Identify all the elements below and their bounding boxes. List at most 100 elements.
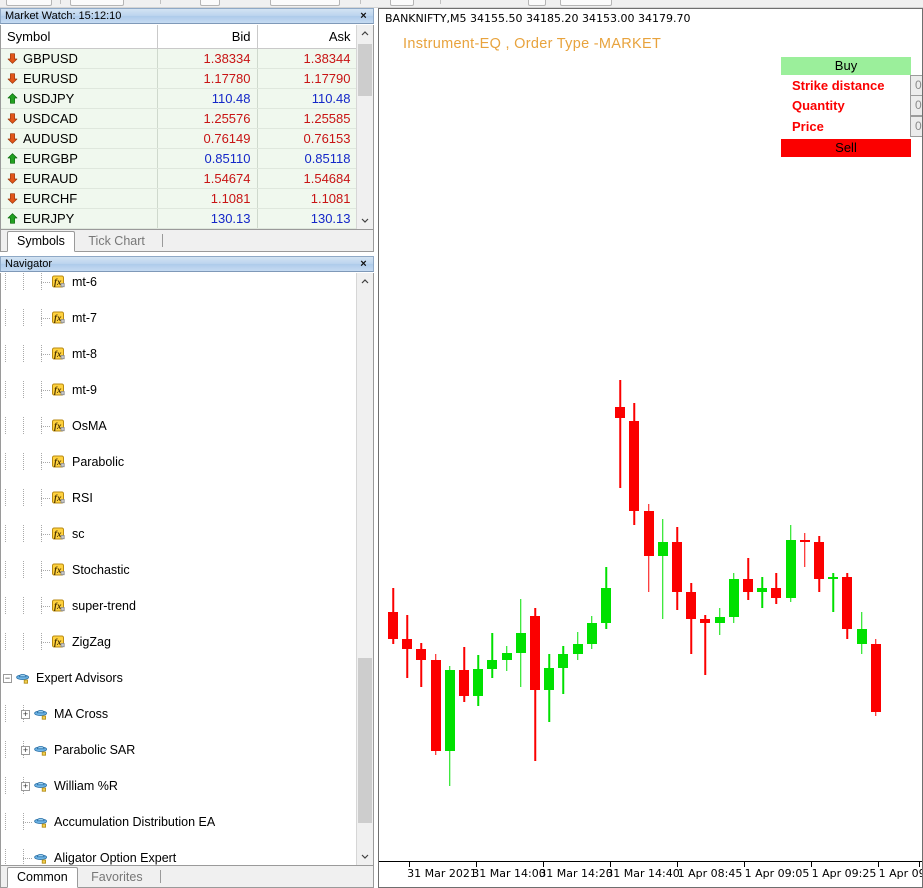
symbol-label: EURAUD: [23, 170, 78, 186]
navigator-scrollbar[interactable]: [356, 273, 373, 865]
table-row[interactable]: USDJPY 110.48 110.48: [1, 88, 358, 109]
toolbar-button-3[interactable]: [200, 0, 220, 6]
table-row[interactable]: USDCAD 1.25576 1.25585: [1, 108, 358, 129]
scroll-up-icon[interactable]: [357, 273, 373, 290]
symbol-cell[interactable]: EURGBP: [1, 148, 158, 169]
tab-common[interactable]: Common: [7, 867, 78, 888]
tree-expander-minus-icon[interactable]: −: [3, 674, 12, 683]
tab-favorites[interactable]: Favorites: [82, 868, 151, 888]
scroll-down-icon[interactable]: [357, 848, 373, 865]
ask-cell: 1.54684: [257, 168, 358, 189]
top-toolbar[interactable]: [0, 0, 923, 8]
table-row[interactable]: GBPUSD 1.38334 1.38344: [1, 48, 358, 69]
arrow-down-icon: [7, 192, 18, 204]
tree-item[interactable]: fx Stochastic: [1, 561, 357, 579]
scrollbar-thumb[interactable]: [358, 44, 372, 96]
symbol-label: GBPUSD: [23, 50, 78, 66]
tree-item[interactable]: fx Parabolic: [1, 453, 357, 471]
tree-item[interactable]: − Expert Advisors: [1, 669, 357, 687]
table-row[interactable]: AUDUSD 0.76149 0.76153: [1, 128, 358, 149]
arrow-up-icon: [7, 152, 18, 164]
tree-item[interactable]: fx RSI: [1, 489, 357, 507]
tree-item[interactable]: + William %R: [1, 777, 357, 795]
tree-guide: [5, 345, 6, 363]
symbol-label: EURCHF: [23, 190, 78, 206]
ask-cell: 110.48: [257, 88, 358, 109]
chart-window[interactable]: BANKNIFTY,M5 34155.50 34185.20 34153.00 …: [378, 8, 923, 888]
tabbar-divider: [160, 870, 162, 883]
tree-guide: [23, 381, 24, 399]
symbol-cell[interactable]: USDJPY: [1, 88, 158, 109]
candlestick: [388, 587, 398, 644]
tree-expander-plus-icon[interactable]: +: [21, 782, 30, 791]
tree-guide: [5, 453, 6, 471]
table-row[interactable]: EURGBP 0.85110 0.85118: [1, 148, 358, 169]
tree-item[interactable]: Aligator Option Expert: [1, 849, 357, 865]
candle-body: [714, 616, 725, 623]
scroll-up-icon[interactable]: [357, 25, 373, 42]
tree-guide: [5, 849, 6, 865]
symbol-cell[interactable]: AUDUSD: [1, 128, 158, 149]
table-row[interactable]: EURUSD 1.17780 1.17790: [1, 68, 358, 89]
table-row[interactable]: EURAUD 1.54674 1.54684: [1, 168, 358, 189]
close-icon[interactable]: ×: [357, 9, 370, 23]
tree-item[interactable]: fx mt-8: [1, 345, 357, 363]
tree-item[interactable]: + MA Cross: [1, 705, 357, 723]
ask-cell: 1.38344: [257, 48, 358, 69]
symbol-cell[interactable]: EURUSD: [1, 68, 158, 89]
scrollbar-thumb[interactable]: [358, 658, 372, 823]
candlestick-plot[interactable]: [380, 9, 920, 854]
toolbar-button-6[interactable]: [528, 0, 546, 6]
arrow-up-icon: [7, 212, 18, 224]
symbol-cell[interactable]: EURJPY: [1, 208, 158, 229]
tree-item[interactable]: fx super-trend: [1, 597, 357, 615]
market-watch-scrollbar[interactable]: [356, 25, 373, 229]
candle-body: [444, 669, 455, 751]
ask-cell: 1.17790: [257, 68, 358, 89]
tree-item[interactable]: + Parabolic SAR: [1, 741, 357, 759]
tree-item[interactable]: fx sc: [1, 525, 357, 543]
table-row[interactable]: EURCHF 1.1081 1.1081: [1, 188, 358, 209]
tree-item[interactable]: fx mt-9: [1, 381, 357, 399]
tree-item[interactable]: fx ZigZag: [1, 633, 357, 651]
toolbar-button-2[interactable]: [70, 0, 124, 6]
candlestick: [856, 612, 867, 654]
tree-expander-plus-icon[interactable]: +: [21, 710, 30, 719]
symbol-label: EURJPY: [23, 210, 75, 226]
fx-icon: fx: [51, 454, 67, 470]
toolbar-button-4[interactable]: [270, 0, 340, 6]
tab-tick-chart[interactable]: Tick Chart: [79, 232, 154, 252]
tree-item[interactable]: fx mt-7: [1, 309, 357, 327]
tree-expander-plus-icon[interactable]: +: [21, 746, 30, 755]
toolbar-button-7[interactable]: [560, 0, 612, 6]
table-row[interactable]: EURJPY 130.13 130.13: [1, 208, 358, 229]
tree-guide: [23, 309, 24, 327]
candlestick: [629, 402, 640, 526]
expert-icon: [33, 706, 49, 722]
symbol-cell[interactable]: USDCAD: [1, 108, 158, 129]
expert-icon: [15, 670, 31, 686]
column-header-bid[interactable]: Bid: [157, 25, 258, 49]
tab-symbols[interactable]: Symbols: [7, 231, 75, 252]
scroll-down-icon[interactable]: [357, 212, 373, 229]
candle-body: [728, 579, 739, 617]
column-header-symbol[interactable]: Symbol: [1, 25, 158, 49]
tree-guide: [23, 345, 24, 363]
tree-guide: [5, 777, 6, 795]
tree-item[interactable]: Accumulation Distribution EA: [1, 813, 357, 831]
symbol-cell[interactable]: GBPUSD: [1, 48, 158, 69]
candlestick: [743, 558, 753, 600]
tree-guide: [5, 381, 6, 399]
candlestick: [771, 572, 782, 605]
tree-item[interactable]: fx OsMA: [1, 417, 357, 435]
symbol-cell[interactable]: EURAUD: [1, 168, 158, 189]
candle-body: [799, 539, 810, 542]
candle-body: [657, 541, 668, 557]
column-header-ask[interactable]: Ask: [257, 25, 358, 49]
toolbar-button-1[interactable]: [6, 0, 52, 6]
tree-item[interactable]: fx mt-6: [1, 273, 357, 291]
symbol-cell[interactable]: EURCHF: [1, 188, 158, 209]
toolbar-button-5[interactable]: [390, 0, 414, 6]
candle-body: [402, 639, 413, 649]
close-icon[interactable]: ×: [357, 257, 370, 271]
